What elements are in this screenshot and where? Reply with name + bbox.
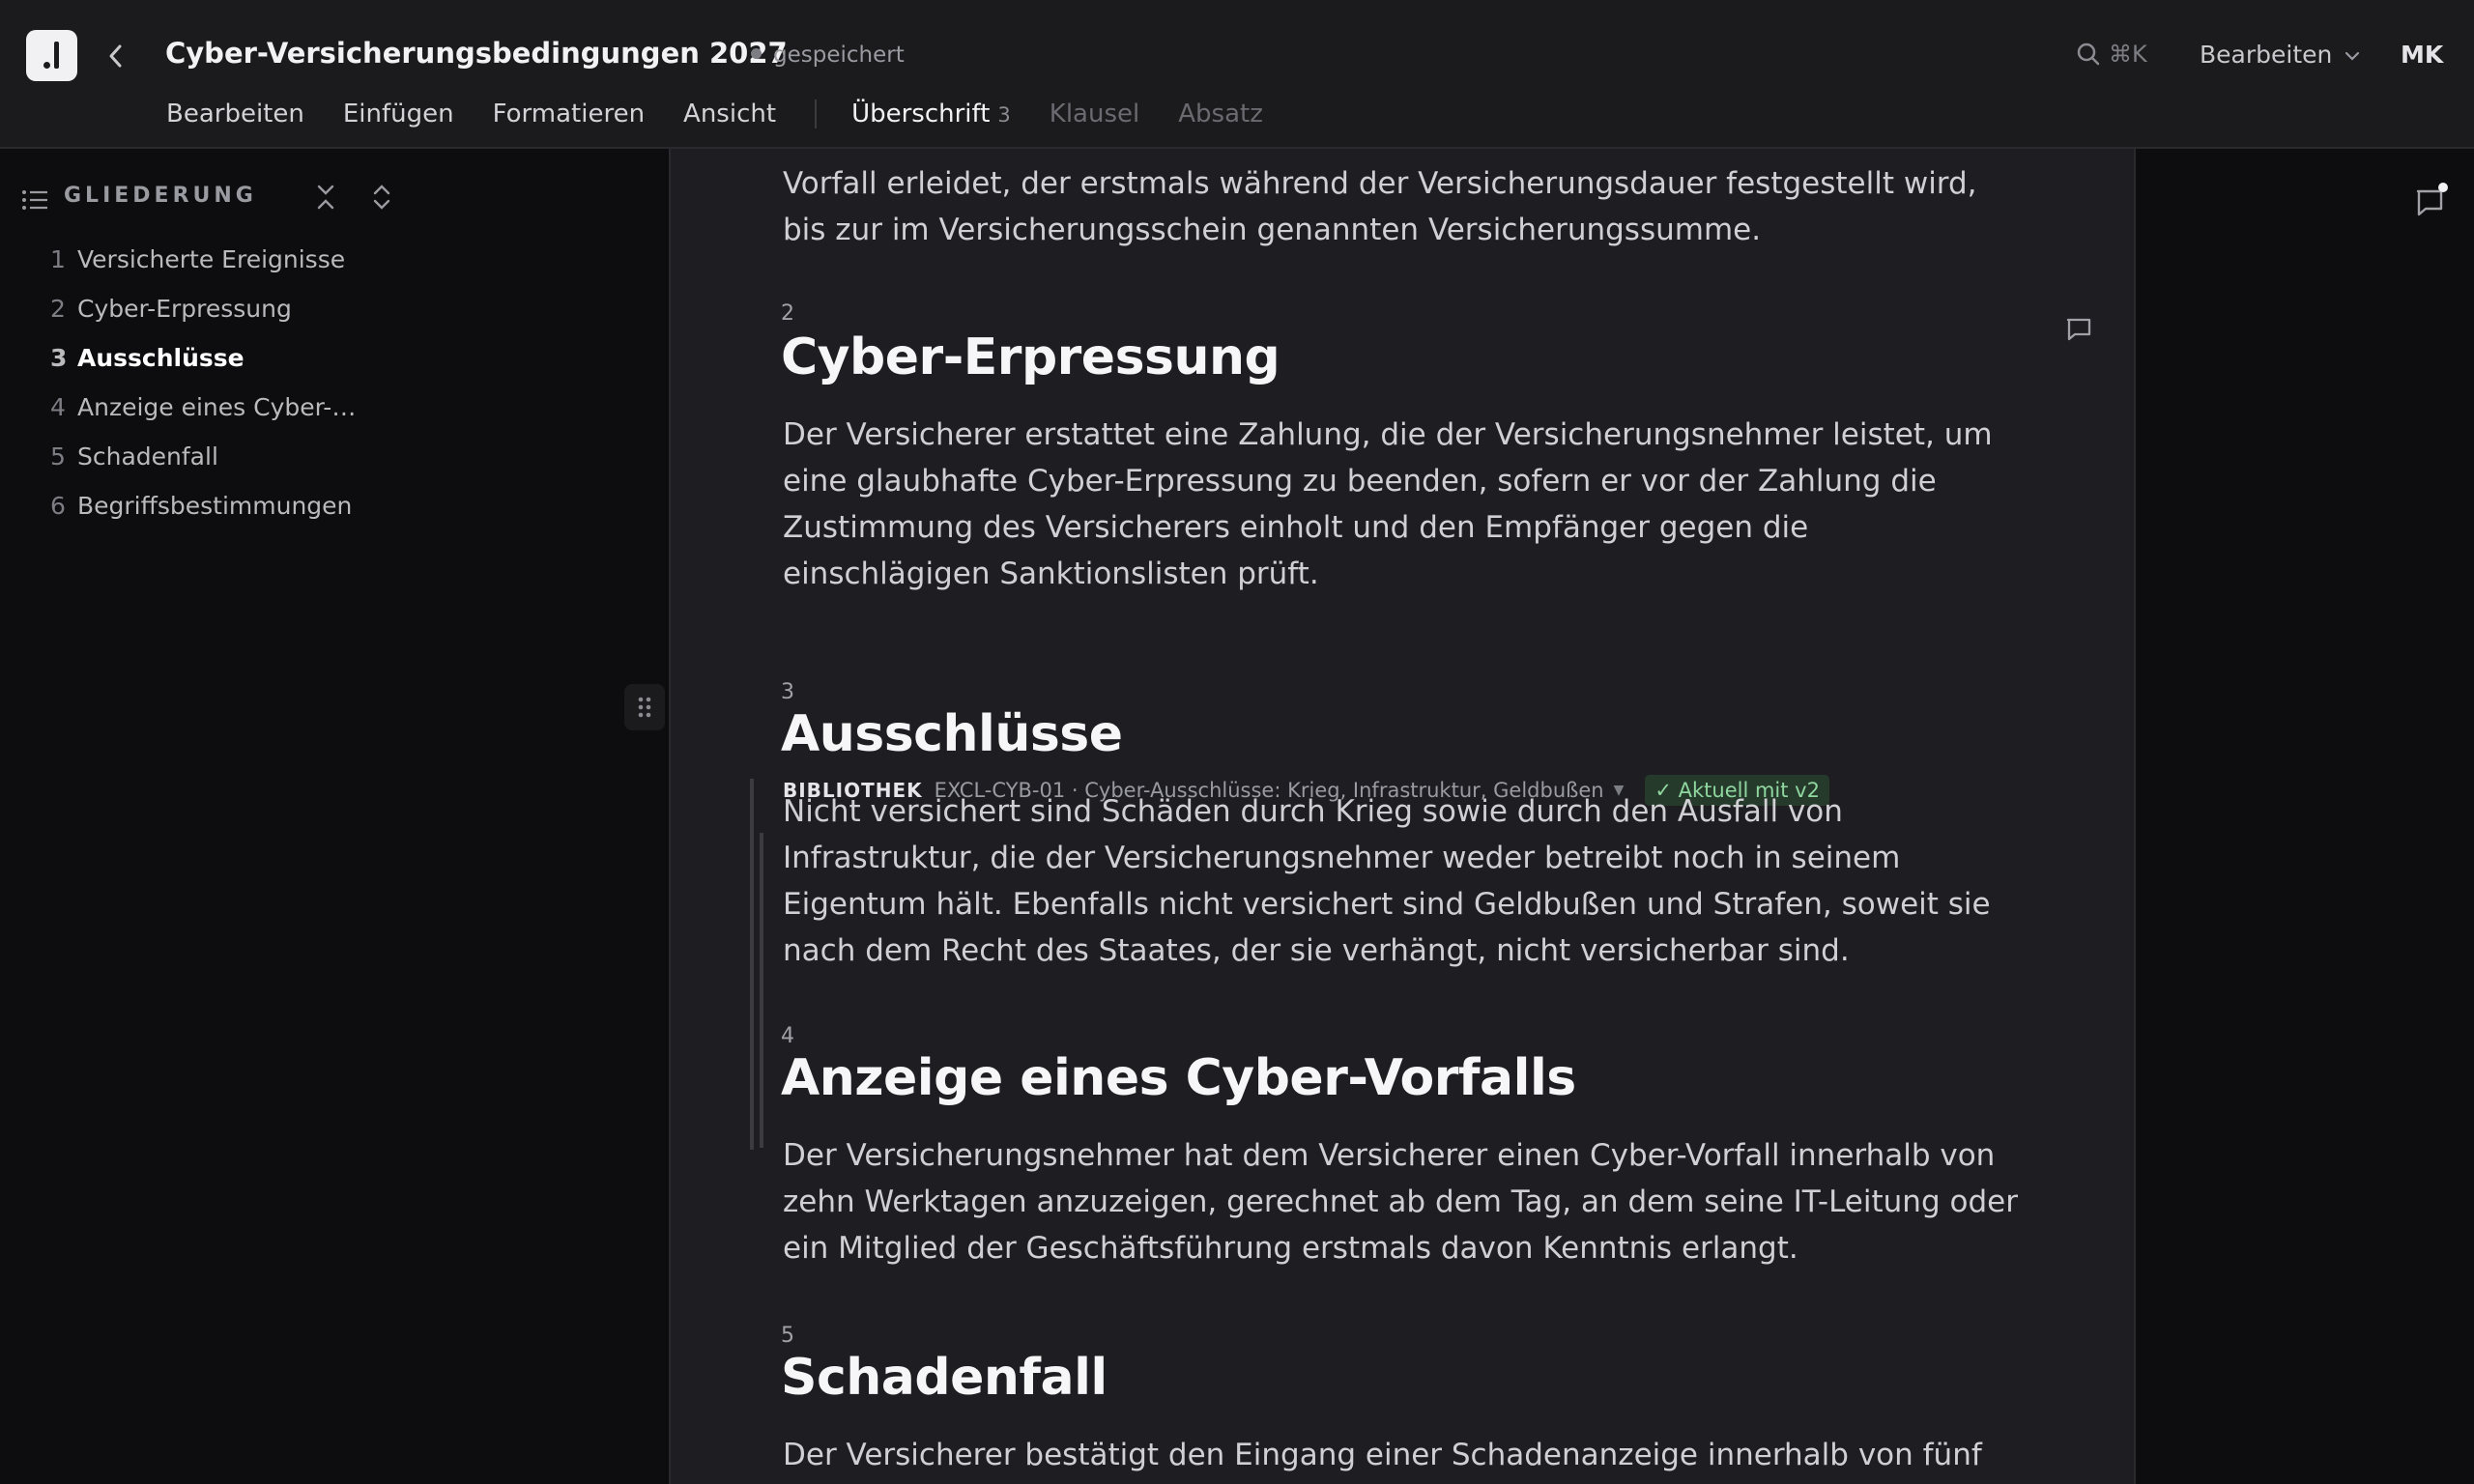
mode-dropdown[interactable]: Bearbeiten — [2200, 41, 2361, 69]
section-number: 4 — [781, 1024, 794, 1048]
collapse-icon — [317, 185, 334, 210]
outline-sidebar: GLIEDERUNG 1 Versicherte Ereignisse 2 Cybe… — [0, 149, 669, 1484]
outline-item-number: 4 — [50, 393, 66, 421]
paragraph[interactable]: Vorfall erleidet, der erstmals während d… — [783, 160, 2020, 253]
block-drag-handle[interactable] — [624, 684, 665, 730]
outline-item[interactable]: 4 Anzeige eines Cyber-… — [50, 393, 356, 442]
outline-item[interactable]: 5 Schadenfall — [50, 442, 356, 492]
search-button[interactable]: ⌘K — [2076, 41, 2147, 68]
section-heading[interactable]: Cyber-Erpressung — [781, 328, 1280, 386]
outline-item-number: 6 — [50, 492, 66, 520]
comment-notification-icon — [2416, 183, 2448, 216]
menu-divider — [815, 100, 818, 128]
menu-formatieren[interactable]: Formatieren — [493, 100, 645, 128]
outline-title: GLIEDERUNG — [64, 184, 257, 208]
chevron-left-icon — [109, 44, 122, 68]
search-icon — [2077, 43, 2100, 66]
outline-item-label: Ausschlüsse — [77, 344, 245, 372]
paragraph[interactable]: Der Versicherungsnehmer hat dem Versiche… — [783, 1132, 2020, 1271]
menu-bar: Bearbeiten Einfügen Formatieren Ansicht … — [166, 97, 1302, 131]
block-type-clause[interactable]: Klausel — [1050, 100, 1139, 128]
outline-item-active[interactable]: 3 Ausschlüsse — [50, 344, 356, 393]
outline-item-number: 2 — [50, 295, 66, 323]
save-status: gespeichert — [751, 43, 905, 68]
status-dot-icon — [751, 48, 762, 59]
collapse-all-button[interactable] — [315, 182, 336, 213]
app-logo[interactable] — [26, 30, 77, 81]
heading-level-badge: 3 — [997, 103, 1011, 127]
block-type-heading[interactable]: Überschrift 3 — [851, 100, 1011, 128]
outline-item[interactable]: 2 Cyber-Erpressung — [50, 295, 356, 344]
mode-label: Bearbeiten — [2200, 41, 2333, 69]
section-heading[interactable]: Ausschlüsse — [781, 705, 1123, 763]
expand-icon — [373, 185, 390, 210]
back-button[interactable] — [102, 39, 129, 73]
add-comment-button[interactable] — [2064, 315, 2093, 344]
section-number: 2 — [781, 301, 794, 326]
save-status-label: gespeichert — [773, 43, 905, 68]
document-canvas: Vorfall erleidet, der erstmals während d… — [669, 149, 2136, 1484]
outline-item-number: 1 — [50, 245, 66, 273]
paragraph[interactable]: Der Versicherer erstattet eine Zahlung, … — [783, 412, 2020, 597]
outline-item-number: 3 — [50, 344, 68, 372]
expand-all-button[interactable] — [371, 182, 392, 213]
comments-toggle-button[interactable] — [2412, 182, 2451, 220]
grip-icon — [638, 697, 651, 718]
outline-item-label: Begriffsbestimmungen — [77, 492, 353, 520]
menu-bearbeiten[interactable]: Bearbeiten — [166, 100, 304, 128]
outline-item-label: Schadenfall — [77, 442, 218, 471]
paragraph[interactable]: Nicht versichert sind Schäden durch Krie… — [783, 788, 2020, 974]
chevron-down-icon — [2345, 51, 2360, 61]
search-shortcut: ⌘K — [2109, 41, 2147, 68]
paragraph[interactable]: Der Versicherer bestätigt den Eingang ei… — [783, 1432, 2020, 1478]
section-heading[interactable]: Schadenfall — [781, 1349, 1108, 1407]
section-heading[interactable]: Anzeige eines Cyber-Vorfalls — [781, 1049, 1576, 1107]
library-block-rule — [750, 779, 754, 1150]
section-number: 5 — [781, 1324, 794, 1348]
outline-list: 1 Versicherte Ereignisse 2 Cyber-Erpressun… — [50, 245, 356, 541]
outline-item-number: 5 — [50, 442, 66, 471]
outline-item-label: Versicherte Ereignisse — [77, 245, 346, 273]
app-header: Cyber-Versicherungsbedingungen 2027 gesp… — [0, 0, 2474, 149]
outline-item-label: Cyber-Erpressung — [77, 295, 292, 323]
document-title[interactable]: Cyber-Versicherungsbedingungen 2027 — [165, 37, 788, 70]
block-type-heading-label: Überschrift — [851, 100, 991, 128]
outline-item[interactable]: 6 Begriffsbestimmungen — [50, 492, 356, 541]
menu-einfuegen[interactable]: Einfügen — [343, 100, 454, 128]
comment-icon — [2066, 318, 2091, 341]
outline-item-label: Anzeige eines Cyber-… — [77, 393, 357, 421]
section-number: 3 — [781, 680, 794, 704]
outline-item[interactable]: 1 Versicherte Ereignisse — [50, 245, 356, 295]
menu-ansicht[interactable]: Ansicht — [683, 100, 776, 128]
list-icon — [22, 190, 47, 210]
section-selection-rule — [760, 833, 763, 1148]
comments-rail — [2138, 149, 2474, 1484]
block-type-paragraph[interactable]: Absatz — [1178, 100, 1263, 128]
user-avatar[interactable]: MK — [2401, 41, 2443, 69]
